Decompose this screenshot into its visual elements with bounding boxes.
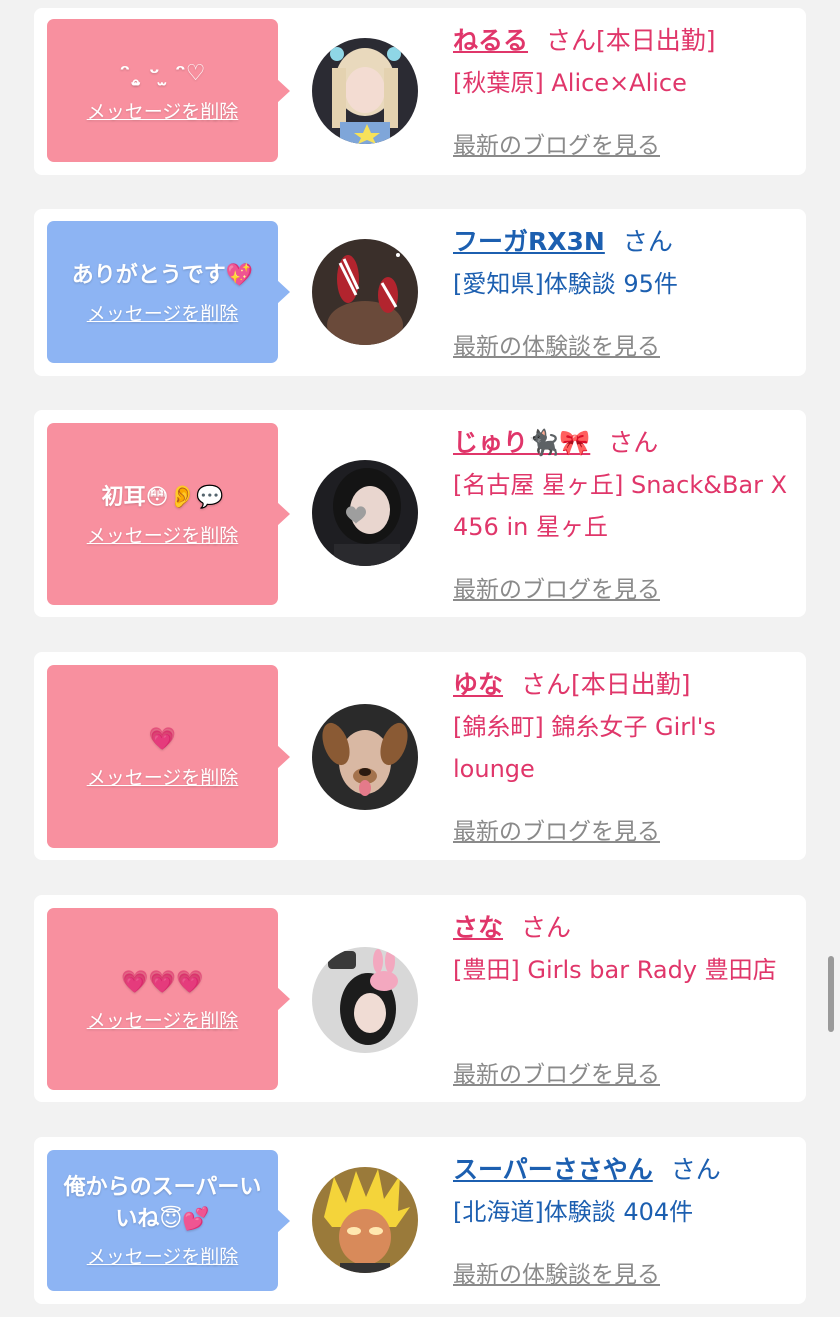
message-bubble: 💗💗💗 メッセージを削除 [47, 908, 290, 1090]
honorific: さん [622, 227, 673, 256]
avatar-super-saiyan-icon [312, 1167, 418, 1273]
avatar[interactable] [312, 947, 418, 1053]
avatar-blonde-girl-icon [312, 38, 418, 144]
user-name-link[interactable]: フーガRX3N [453, 227, 605, 256]
shop-detail: [北海道]体験談 404件 [453, 1198, 694, 1226]
user-info: じゅり🐈‍⬛🎀 さん [名古屋 星ヶ丘] Snack&Bar X 456 in 星… [453, 424, 798, 603]
list-item: 💗 メッセージを削除 ゆな さん[本日出勤] [錦糸町] 錦糸女子 Girl's … [34, 652, 806, 860]
user-name-link[interactable]: ゆな [453, 670, 503, 699]
message-bubble: 俺からのスーパーいいね😇💕 メッセージを削除 [47, 1150, 290, 1291]
shop-detail: [豊田] Girls bar Rady 豊田店 [453, 956, 777, 984]
name-line: さな さん [453, 909, 798, 947]
scrollbar[interactable] [828, 956, 834, 1032]
shop-detail: [秋葉原] Alice×Alice [453, 69, 687, 97]
delete-message-link[interactable]: メッセージを削除 [87, 299, 239, 326]
name-line: じゅり🐈‍⬛🎀 さん [453, 424, 798, 462]
view-latest-link[interactable]: 最新の体験談を見る [453, 327, 660, 361]
honorific: さん [521, 670, 572, 699]
user-info: さな さん [豊田] Girls bar Rady 豊田店 最新のブログを見る [453, 909, 798, 1088]
honorific: さん [546, 26, 597, 55]
delete-message-link[interactable]: メッセージを削除 [87, 97, 239, 124]
honorific: さん [670, 1155, 721, 1184]
message-bubble: 💗 メッセージを削除 [47, 665, 290, 848]
list-item: 俺からのスーパーいいね😇💕 メッセージを削除 スーパーささやん さん [北海道]体… [34, 1137, 806, 1304]
avatar[interactable] [312, 704, 418, 810]
avatar-dark-hair-girl-icon [312, 460, 418, 566]
user-info: スーパーささやん さん [北海道]体験談 404件 最新の体験談を見る [453, 1151, 798, 1288]
avatar[interactable] [312, 38, 418, 144]
list-item: ᵔ˳̫ ᵕ ̫ ᵔ♡ メッセージを削除 ねるる さん[本日出勤] [秋葉原] Al… [34, 8, 806, 175]
message-bubble: ありがとうです💖 メッセージを削除 [47, 221, 290, 363]
user-name-link[interactable]: さな [453, 913, 503, 942]
message-text: 初耳😳👂💬 [101, 484, 224, 510]
list-item: 初耳😳👂💬 メッセージを削除 じゅり🐈‍⬛🎀 さん [名古屋 星ヶ丘] Snack… [34, 410, 806, 617]
delete-message-link[interactable]: メッセージを削除 [87, 521, 239, 548]
message-text: 💗💗💗 [121, 969, 204, 995]
user-info: ねるる さん[本日出勤] [秋葉原] Alice×Alice 最新のブログを見る [453, 22, 798, 159]
avatar[interactable] [312, 1167, 418, 1273]
user-name-link[interactable]: ねるる [453, 26, 528, 55]
view-latest-link[interactable]: 最新の体験談を見る [453, 1255, 660, 1289]
status-badge: [本日出勤] [571, 670, 691, 699]
view-latest-link[interactable]: 最新のブログを見る [453, 570, 660, 604]
message-text: 俺からのスーパーいいね😇💕 [63, 1175, 262, 1232]
list-item: ありがとうです💖 メッセージを削除 フーガRX3N さん [愛知県]体験談 95件… [34, 209, 806, 376]
name-line: ゆな さん[本日出勤] [453, 666, 798, 704]
view-latest-link[interactable]: 最新のブログを見る [453, 1055, 660, 1089]
avatar[interactable] [312, 460, 418, 566]
honorific: さん [521, 913, 572, 942]
view-latest-link[interactable]: 最新のブログを見る [453, 812, 660, 846]
shop-detail: [錦糸町] 錦糸女子 Girl's lounge [453, 713, 716, 783]
avatar-costume-icon [312, 239, 418, 345]
user-info: フーガRX3N さん [愛知県]体験談 95件 最新の体験談を見る [453, 223, 798, 360]
list-item: 💗💗💗 メッセージを削除 さな さん [豊田] Girls bar Rady 豊田… [34, 895, 806, 1102]
status-badge: [本日出勤] [596, 26, 716, 55]
delete-message-link[interactable]: メッセージを削除 [87, 1242, 239, 1269]
avatar-bunny-sticker-icon [312, 947, 418, 1053]
user-name-link[interactable]: じゅり🐈‍⬛🎀 [453, 428, 590, 457]
message-text: ありがとうです💖 [71, 262, 254, 288]
message-text: ᵔ˳̫ ᵕ ̫ ᵔ♡ [119, 61, 206, 86]
shop-detail: [名古屋 星ヶ丘] Snack&Bar X 456 in 星ヶ丘 [453, 471, 788, 541]
message-bubble: 初耳😳👂💬 メッセージを削除 [47, 423, 290, 605]
name-line: ねるる さん[本日出勤] [453, 22, 798, 60]
delete-message-link[interactable]: メッセージを削除 [87, 763, 239, 790]
user-name-link[interactable]: スーパーささやん [453, 1155, 653, 1184]
avatar[interactable] [312, 239, 418, 345]
honorific: さん [608, 428, 659, 457]
delete-message-link[interactable]: メッセージを削除 [87, 1006, 239, 1033]
message-bubble: ᵔ˳̫ ᵕ ̫ ᵔ♡ メッセージを削除 [47, 19, 290, 162]
view-latest-link[interactable]: 最新のブログを見る [453, 126, 660, 160]
message-text: 💗 [148, 727, 177, 752]
name-line: フーガRX3N さん [453, 223, 798, 261]
name-line: スーパーささやん さん [453, 1151, 798, 1189]
avatar-dog-filter-icon [312, 704, 418, 810]
shop-detail: [愛知県]体験談 95件 [453, 270, 678, 298]
user-info: ゆな さん[本日出勤] [錦糸町] 錦糸女子 Girl's lounge 最新のブ… [453, 666, 798, 845]
